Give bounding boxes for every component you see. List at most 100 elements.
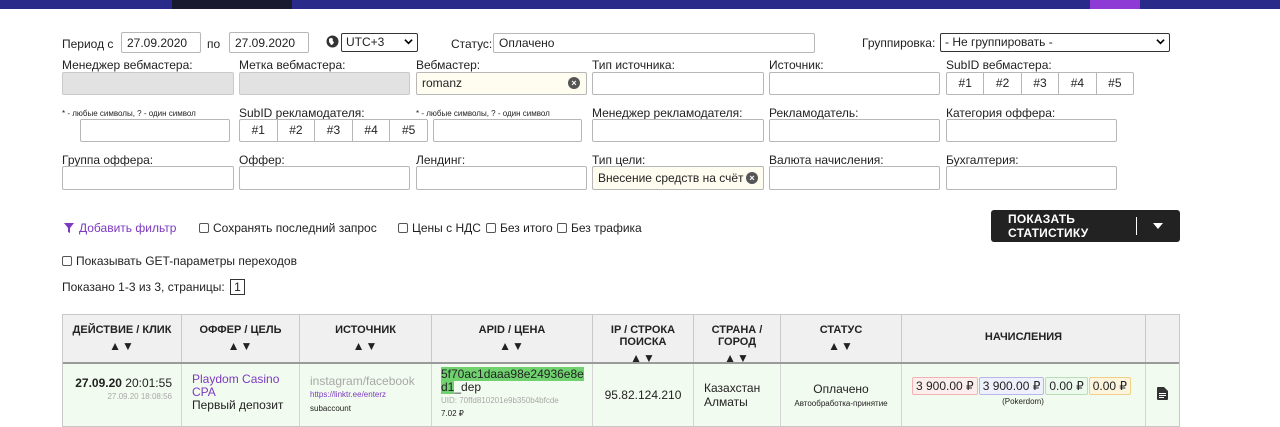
advertiser-label: Рекламодатель:: [769, 106, 859, 120]
subid-advertiser-1[interactable]: #1: [240, 120, 278, 141]
offer-group-input[interactable]: [62, 166, 234, 190]
header-ip-search[interactable]: IP / СТРОКА ПОИСКА ▲▼: [593, 315, 694, 365]
source-type-label: Тип источника:: [592, 58, 675, 72]
subid-webmaster-4[interactable]: #4: [1059, 73, 1097, 94]
subid-webmaster-5[interactable]: #5: [1097, 73, 1133, 94]
show-get-params-checkbox[interactable]: Показывать GET-параметры переходов: [62, 254, 297, 268]
show-statistics-button[interactable]: ПОКАЗАТЬ СТАТИСТИКУ: [991, 210, 1180, 242]
offer-input[interactable]: [239, 166, 410, 190]
subid-advertiser-2[interactable]: #2: [278, 120, 316, 141]
click-time: 18:08:56: [140, 392, 172, 401]
subid-webmaster-2[interactable]: #2: [984, 73, 1022, 94]
chevron-down-icon: [404, 39, 413, 45]
add-filter-link[interactable]: Добавить фильтр: [64, 221, 176, 235]
source-input[interactable]: [769, 72, 940, 95]
wildcard-hint: * - любые символы, ? - один символ: [62, 109, 196, 118]
subid-advertiser-3[interactable]: #3: [315, 120, 353, 141]
document-icon[interactable]: [1157, 387, 1168, 400]
header-status[interactable]: СТАТУС ▲▼: [781, 315, 902, 362]
offer-link[interactable]: Playdom Casino CPA: [192, 373, 299, 399]
offer-group-label: Группа оффера:: [62, 153, 154, 167]
click-date: 27.09.20: [107, 392, 139, 401]
header-label: ИСТОЧНИК: [335, 324, 396, 336]
sort-icon[interactable]: ▲▼: [781, 339, 901, 353]
sort-icon[interactable]: ▲▼: [300, 339, 431, 353]
subid-webmaster-1[interactable]: #1: [947, 73, 985, 94]
sort-icon[interactable]: ▲▼: [593, 351, 693, 365]
advertiser-input[interactable]: [769, 119, 940, 142]
nav-accent-tab[interactable]: [1090, 0, 1140, 9]
sort-icon[interactable]: ▲▼: [63, 339, 181, 353]
checkbox-box[interactable]: [557, 223, 567, 233]
sort-icon[interactable]: ▲▼: [432, 339, 592, 353]
cell-actions: [1146, 364, 1179, 426]
header-label: ОФФЕР / ЦЕЛЬ: [199, 324, 282, 336]
top-navigation-bar: [0, 0, 1280, 9]
header-source[interactable]: ИСТОЧНИК ▲▼: [300, 315, 432, 362]
webmaster-subid-value-input[interactable]: [80, 119, 230, 142]
header-action-click[interactable]: ДЕЙСТВИЕ / КЛИК ▲▼: [63, 315, 182, 362]
add-filter-label: Добавить фильтр: [79, 221, 177, 235]
status-input[interactable]: Оплачено: [493, 33, 815, 53]
clear-icon[interactable]: ×: [746, 172, 758, 184]
wildcard-hint: * - любые символы, ? - один символ: [416, 109, 550, 118]
header-apid-price[interactable]: APID / ЦЕНА ▲▼: [432, 315, 593, 362]
currency-input[interactable]: [769, 166, 940, 190]
date-separator-label: по: [207, 37, 221, 51]
cell-apid-price: 5f70ac1daaa98e24936e8ed1_dep UID: 70ffd8…: [432, 364, 593, 426]
prices-vat-checkbox[interactable]: Цены с НДС: [398, 221, 481, 235]
subid-webmaster-3[interactable]: #3: [1022, 73, 1060, 94]
goal-type-input[interactable]: Внесение средств на счёт ×: [592, 166, 764, 190]
offer-category-input[interactable]: [946, 119, 1117, 142]
webmaster-value: romanz: [422, 76, 463, 90]
advertiser-subid-value-input[interactable]: [433, 119, 582, 142]
no-traffic-label: Без трафика: [571, 221, 642, 235]
subid-webmaster-label: SubID вебмастера:: [946, 58, 1052, 72]
checkbox-box[interactable]: [199, 223, 209, 233]
webmaster-input[interactable]: romanz ×: [416, 72, 587, 95]
uid-value: UID: 70ffd810201e9b350b4bfcde: [441, 396, 559, 405]
accounting-input[interactable]: [946, 166, 1117, 190]
webmaster-label: Вебмастер:: [416, 58, 481, 72]
landing-input[interactable]: [416, 166, 587, 190]
goal-type-label: Тип цели:: [592, 153, 646, 167]
price-value: 7.02 ₽: [441, 409, 464, 418]
header-country-city[interactable]: СТРАНА / ГОРОД ▲▼: [694, 315, 781, 365]
chevron-down-icon: [1156, 39, 1165, 45]
subid-advertiser-4[interactable]: #4: [353, 120, 391, 141]
show-get-params-label: Показывать GET-параметры переходов: [76, 254, 297, 268]
advertiser-manager-input[interactable]: [592, 119, 764, 142]
date-from-input[interactable]: 27.09.2020: [121, 32, 201, 53]
source-url-link[interactable]: https://linktr.ee/enterz: [310, 390, 431, 399]
active-nav-tab[interactable]: [172, 0, 292, 9]
clear-icon[interactable]: ×: [568, 77, 580, 89]
pager-page-1[interactable]: 1: [230, 279, 245, 295]
no-total-checkbox[interactable]: Без итого: [486, 221, 553, 235]
timezone-select[interactable]: UTC+3: [341, 33, 418, 52]
header-label: IP / СТРОКА ПОИСКА: [610, 324, 676, 348]
source-name: instagram/facebook: [310, 374, 415, 388]
subid-advertiser-5[interactable]: #5: [390, 120, 427, 141]
cell-status: Оплачено Автообработка-принятие: [781, 364, 902, 426]
sort-icon[interactable]: ▲▼: [694, 351, 780, 365]
webmaster-manager-label: Менеджер вебмастера:: [62, 58, 193, 72]
filter-icon: [64, 223, 74, 233]
no-traffic-checkbox[interactable]: Без трафика: [557, 221, 642, 235]
accrual-2: 3 900.00 ₽: [978, 377, 1045, 395]
checkbox-box[interactable]: [486, 223, 496, 233]
source-label: Источник:: [769, 58, 824, 72]
date-to-input[interactable]: 27.09.2020: [229, 32, 309, 53]
checkbox-box[interactable]: [398, 223, 408, 233]
country-value: Казахстан: [704, 381, 761, 395]
grouping-select[interactable]: - Не группировать -: [940, 33, 1170, 52]
sort-icon[interactable]: ▲▼: [182, 339, 299, 353]
header-offer-goal[interactable]: ОФФЕР / ЦЕЛЬ ▲▼: [182, 315, 300, 362]
subid-advertiser-group: #1 #2 #3 #4 #5: [239, 119, 428, 142]
accrual-4: 0.00 ₽: [1088, 377, 1132, 395]
checkbox-box[interactable]: [62, 256, 72, 266]
source-sub: subaccount: [310, 404, 351, 413]
save-last-query-checkbox[interactable]: Сохранять последний запрос: [199, 221, 377, 235]
caret-down-icon[interactable]: [1153, 223, 1163, 229]
source-type-input[interactable]: [592, 72, 764, 95]
header-accruals: НАЧИСЛЕНИЯ: [902, 315, 1146, 362]
